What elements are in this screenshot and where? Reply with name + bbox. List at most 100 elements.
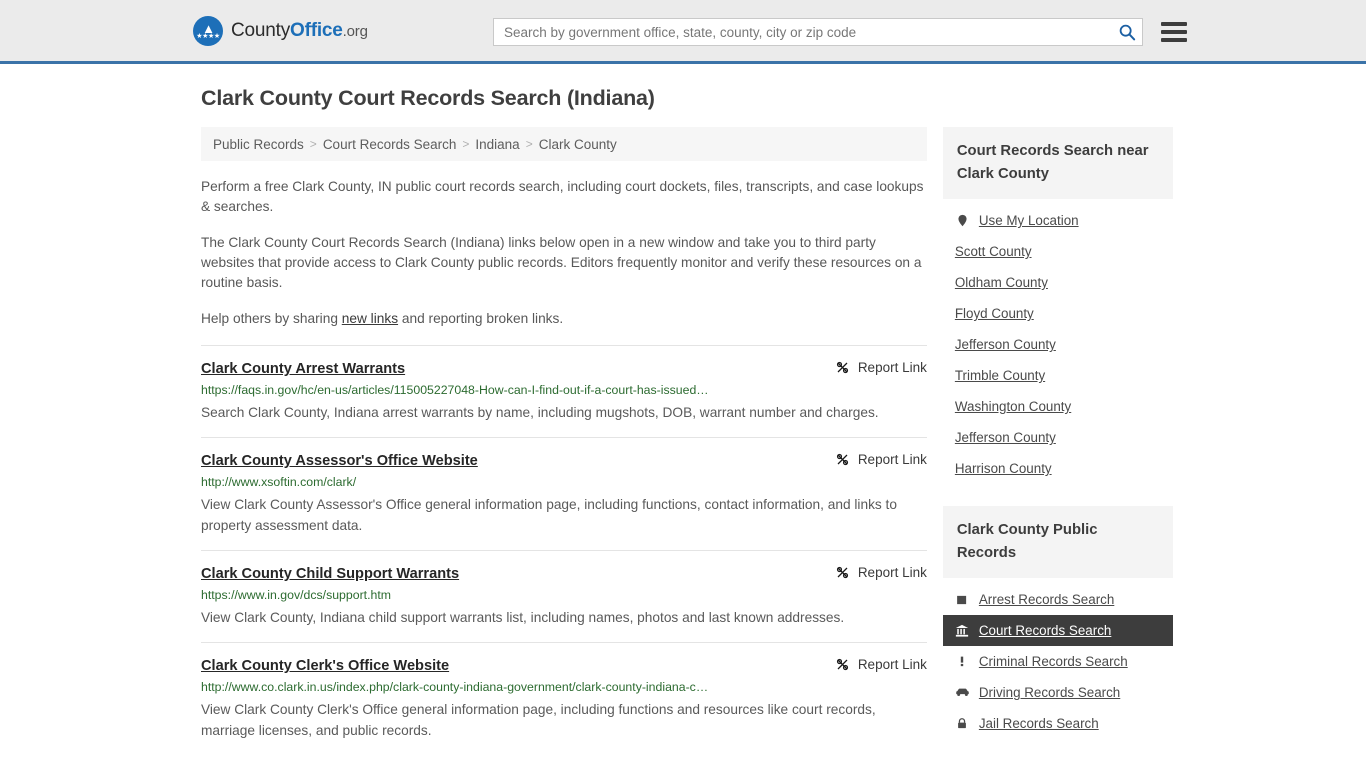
sidebar-county-jefferson-1[interactable]: Jefferson County [943, 329, 1173, 360]
breadcrumb: Public Records > Court Records Search > … [201, 127, 927, 161]
result-url[interactable]: http://www.co.clark.in.us/index.php/clar… [201, 680, 927, 695]
hamburger-menu-icon[interactable] [1161, 22, 1187, 42]
page-title: Clark County Court Records Search (India… [201, 86, 655, 110]
sidebar-county-trimble[interactable]: Trimble County [943, 360, 1173, 391]
result-title-link[interactable]: Clark County Child Support Warrants [201, 565, 459, 583]
sidebar-item-label: Driving Records Search [978, 685, 1121, 700]
hamburger-bar-3 [1161, 38, 1187, 42]
courthouse-icon [955, 623, 970, 638]
result-description: Search Clark County, Indiana arrest warr… [201, 405, 879, 420]
sidebar-nearby-list: Use My Location Scott County Oldham Coun… [943, 199, 1173, 484]
county-label: Harrison County [954, 461, 1052, 476]
logo-text-county: County [231, 19, 291, 41]
sidebar-item-label: Criminal Records Search [978, 654, 1128, 669]
sidebar-county-washington[interactable]: Washington County [943, 391, 1173, 422]
intro-p3-after: and reporting broken links. [398, 311, 564, 326]
result-header: Clark County Arrest Warrants Report Link [201, 360, 927, 378]
county-label: Trimble County [954, 368, 1046, 383]
county-label: Jefferson County [954, 430, 1056, 445]
sidebar-item-criminal-records-search[interactable]: Criminal Records Search [943, 646, 1173, 677]
search-box[interactable] [493, 18, 1143, 46]
result-item: Clark County Clerk's Office Website Repo… [201, 642, 927, 755]
sidebar-item-driving-records-search[interactable]: Driving Records Search [943, 677, 1173, 708]
site-header: ▲ ★★★★ CountyOffice.org [0, 0, 1366, 64]
sidebar-county-scott[interactable]: Scott County [943, 236, 1173, 267]
search-icon[interactable] [1118, 23, 1136, 41]
intro-paragraph-2: The Clark County Court Records Search (I… [201, 235, 922, 290]
result-url[interactable]: https://www.in.gov/dcs/support.htm [201, 588, 927, 603]
sidebar-item-label: Jail Records Search [978, 716, 1099, 731]
county-label: Washington County [954, 399, 1072, 414]
result-item: Clark County Child Support Warrants Repo… [201, 550, 927, 642]
lock-icon [955, 716, 970, 731]
result-url[interactable]: https://faqs.in.gov/hc/en-us/articles/11… [201, 383, 927, 398]
sidebar-county-floyd[interactable]: Floyd County [943, 298, 1173, 329]
eagle-seal-icon: ▲ ★★★★ [193, 15, 223, 46]
breadcrumb-item-indiana[interactable]: Indiana [475, 137, 519, 152]
intro-p3-before: Help others by sharing [201, 311, 342, 326]
search-input[interactable] [504, 24, 1118, 40]
sidebar-item-label: Court Records Search [978, 623, 1112, 638]
page-layout: Public Records > Court Records Search > … [193, 127, 1173, 755]
report-link-button[interactable]: Report Link [835, 657, 927, 672]
exclamation-icon [955, 654, 970, 669]
breadcrumb-item-clark-county[interactable]: Clark County [539, 137, 617, 152]
county-label: Floyd County [954, 306, 1034, 321]
result-title-link[interactable]: Clark County Clerk's Office Website [201, 657, 449, 675]
square-badge-icon [955, 592, 970, 607]
use-my-location-link[interactable]: Use My Location [943, 205, 1173, 236]
county-label: Scott County [954, 244, 1032, 259]
sidebar-county-jefferson-2[interactable]: Jefferson County [943, 422, 1173, 453]
logo-text-office: Office [290, 19, 343, 41]
county-label: Oldham County [954, 275, 1048, 290]
map-pin-icon [955, 213, 970, 228]
logo-text-org: .org [342, 22, 368, 40]
hamburger-bar-2 [1161, 30, 1187, 34]
new-links-link[interactable]: new links [342, 311, 398, 326]
breadcrumb-separator: > [309, 137, 317, 151]
sidebar-public-records-title: Clark County Public Records [942, 506, 1173, 578]
sidebar-item-court-records-search[interactable]: Court Records Search [942, 615, 1173, 646]
result-header: Clark County Child Support Warrants Repo… [201, 565, 927, 583]
intro-paragraph-1: Perform a free Clark County, IN public c… [201, 179, 924, 214]
sidebar-county-harrison[interactable]: Harrison County [943, 453, 1173, 484]
breadcrumb-item-court-records-search[interactable]: Court Records Search [323, 137, 457, 152]
result-url[interactable]: http://www.xsoftin.com/clark/ [201, 475, 927, 490]
result-title-link[interactable]: Clark County Arrest Warrants [201, 360, 405, 378]
result-item: Clark County Arrest Warrants Report Link [201, 345, 927, 437]
report-link-label: Report Link [857, 360, 927, 375]
report-link-label: Report Link [857, 452, 927, 467]
broken-link-icon [835, 452, 850, 467]
report-link-button[interactable]: Report Link [835, 452, 927, 467]
breadcrumb-separator: > [525, 137, 533, 151]
broken-link-icon [835, 657, 850, 672]
site-logo[interactable]: ▲ ★★★★ CountyOffice.org [193, 15, 368, 46]
result-item: Clark County Assessor's Office Website R… [201, 437, 927, 550]
sidebar-item-label: Arrest Records Search [978, 592, 1115, 607]
report-link-label: Report Link [857, 657, 927, 672]
sidebar-item-arrest-records-search[interactable]: Arrest Records Search [943, 584, 1173, 615]
intro-paragraph-3: Help others by sharing new links and rep… [201, 309, 927, 329]
content-container: Clark County Court Records Search (India… [193, 86, 1173, 755]
result-description: View Clark County Assessor's Office gene… [201, 497, 897, 533]
result-description: View Clark County, Indiana child support… [201, 610, 845, 625]
report-link-button[interactable]: Report Link [835, 565, 927, 580]
report-link-button[interactable]: Report Link [835, 360, 927, 375]
logo-wordmark: CountyOffice.org [231, 20, 368, 42]
breadcrumb-item-public-records[interactable]: Public Records [213, 137, 304, 152]
result-title-link[interactable]: Clark County Assessor's Office Website [201, 452, 478, 470]
sidebar-item-jail-records-search[interactable]: Jail Records Search [943, 708, 1173, 739]
sidebar-county-oldham[interactable]: Oldham County [943, 267, 1173, 298]
hamburger-bar-1 [1161, 22, 1187, 26]
result-header: Clark County Clerk's Office Website Repo… [201, 657, 927, 675]
broken-link-icon [835, 565, 850, 580]
result-header: Clark County Assessor's Office Website R… [201, 452, 927, 470]
page-body: Clark County Court Records Search (India… [0, 64, 1366, 755]
sidebar: Court Records Search near Clark County U… [942, 127, 1173, 739]
main-column: Public Records > Court Records Search > … [201, 127, 927, 755]
sidebar-public-records-list: Arrest Records Search Court Records Sear… [942, 578, 1173, 739]
breadcrumb-separator: > [462, 137, 470, 151]
use-my-location-label: Use My Location [978, 213, 1079, 228]
county-label: Jefferson County [954, 337, 1056, 352]
